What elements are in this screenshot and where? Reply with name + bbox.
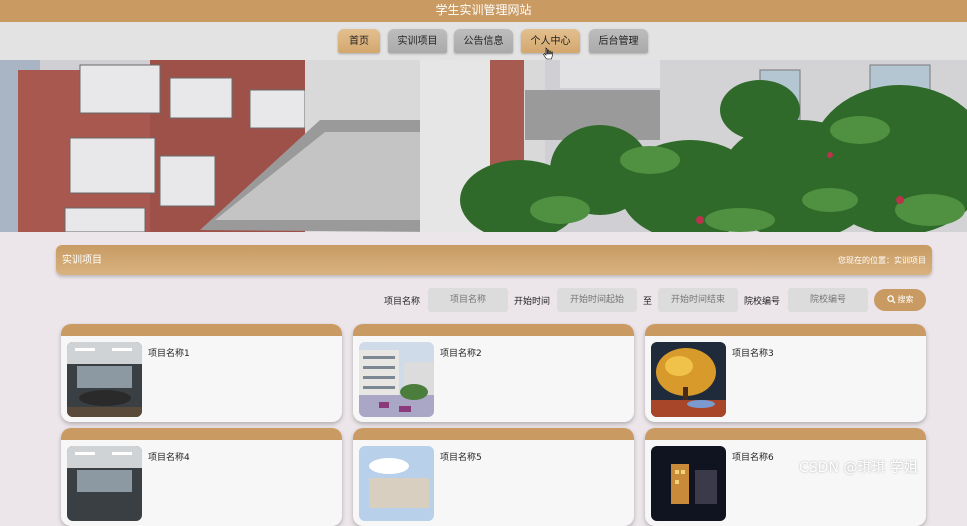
school-code-label: 院校编号 [744,297,781,307]
site-title: 学生实训管理网站 [435,3,532,17]
project-name[interactable]: 项目名称6 [732,450,774,463]
project-name-input[interactable] [428,288,508,312]
card-cap [645,324,926,336]
campus-courtyard-photo[interactable] [359,342,434,417]
card-cap [61,428,342,440]
project-card-4[interactable]: 项目名称4 [61,428,342,526]
campus-building-banner [0,60,967,232]
watermark: CSDN @琪琪 学姐 [799,460,918,476]
search-icon [886,295,896,304]
site-header: 学生实训管理网站 [0,0,967,22]
autumn-tree-photo[interactable] [651,342,726,417]
section-title: 实训项目 [62,255,102,266]
project-name[interactable]: 项目名称2 [440,346,482,359]
hero-banner [0,60,967,232]
project-name-label: 项目名称 [384,297,421,307]
card-cap [61,324,342,336]
nav-item-announcements[interactable]: 公告信息 [454,29,513,53]
project-name[interactable]: 项目名称4 [148,450,190,463]
project-name[interactable]: 项目名称5 [440,450,482,463]
search-button[interactable]: 搜索 [874,289,926,311]
range-separator: 至 [643,297,653,307]
nav-item-training-projects[interactable]: 实训项目 [388,29,447,53]
project-card-1[interactable]: 项目名称1 [61,324,342,422]
meeting-room-photo[interactable] [67,342,142,417]
project-name[interactable]: 项目名称1 [148,346,190,359]
project-card-5[interactable]: 项目名称5 [353,428,634,526]
start-time-label: 开始时间 [514,297,551,307]
nav-item-admin[interactable]: 后台管理 [589,29,648,53]
project-card-3[interactable]: 项目名称3 [645,324,926,422]
card-cap [353,428,634,440]
project-name[interactable]: 项目名称3 [732,346,774,359]
start-time-from-input[interactable] [557,288,637,312]
search-button-label: 搜索 [897,295,914,304]
card-cap [645,428,926,440]
meeting-room-photo[interactable] [67,446,142,521]
school-code-input[interactable] [788,288,868,312]
breadcrumb-bar: 实训项目 您现在的位置：实训项目 [56,245,932,275]
card-cap [353,324,634,336]
main-nav: 首页 实训项目 公告信息 个人中心 后台管理 [0,22,967,60]
hand-cursor-icon [543,47,553,60]
nav-item-home[interactable]: 首页 [338,29,380,53]
start-time-to-input[interactable] [658,288,738,312]
campus-building-photo[interactable] [359,446,434,521]
night-building-photo[interactable] [651,446,726,521]
project-card-2[interactable]: 项目名称2 [353,324,634,422]
project-card-6[interactable]: 项目名称6 [645,428,926,526]
breadcrumb-location: 您现在的位置：实训项目 [838,256,926,265]
